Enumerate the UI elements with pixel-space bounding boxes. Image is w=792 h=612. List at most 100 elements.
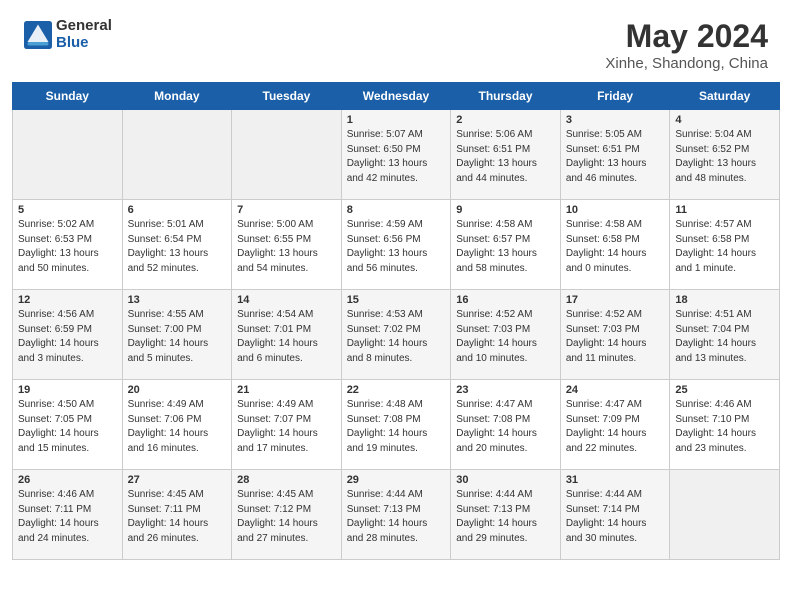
day-info: Sunrise: 4:49 AM Sunset: 7:07 PM Dayligh…	[237, 398, 336, 456]
calendar-cell: 22 Sunrise: 4:48 AM Sunset: 7:08 PM Dayli…	[341, 380, 451, 470]
day-number: 14	[237, 294, 336, 306]
day-info: Sunrise: 5:06 AM Sunset: 6:51 PM Dayligh…	[456, 128, 555, 186]
calendar-cell: 18 Sunrise: 4:51 AM Sunset: 7:04 PM Dayli…	[670, 290, 780, 380]
calendar-cell: 26Sunrise: 4:46 AM Sunset: 7:11 PM Dayli…	[13, 470, 123, 560]
day-number: 25	[675, 384, 774, 396]
calendar-cell	[670, 470, 780, 560]
day-number: 20	[128, 384, 227, 396]
month-year: May 2024	[605, 18, 768, 55]
day-info: Sunrise: 4:53 AM Sunset: 7:02 PM Dayligh…	[347, 308, 446, 366]
calendar-cell: 12Sunrise: 4:56 AM Sunset: 6:59 PM Dayli…	[13, 290, 123, 380]
calendar-cell: 1Sunrise: 5:07 AM Sunset: 6:50 PM Daylig…	[341, 110, 451, 200]
day-info: Sunrise: 4:44 AM Sunset: 7:14 PM Dayligh…	[566, 488, 665, 546]
day-number: 19	[18, 384, 117, 396]
day-number: 18	[675, 294, 774, 306]
day-number: 3	[566, 114, 665, 126]
calendar-cell: 3 Sunrise: 5:05 AM Sunset: 6:51 PM Daylig…	[560, 110, 670, 200]
logo-text: General Blue	[56, 18, 112, 51]
calendar-cell: 16Sunrise: 4:52 AM Sunset: 7:03 PM Dayli…	[451, 290, 561, 380]
calendar-cell: 17 Sunrise: 4:52 AM Sunset: 7:03 PM Dayli…	[560, 290, 670, 380]
calendar-cell: 6 Sunrise: 5:01 AM Sunset: 6:54 PM Daylig…	[122, 200, 232, 290]
calendar-cell: 27Sunrise: 4:45 AM Sunset: 7:11 PM Dayli…	[122, 470, 232, 560]
day-number: 22	[347, 384, 446, 396]
calendar-cell: 25Sunrise: 4:46 AM Sunset: 7:10 PM Dayli…	[670, 380, 780, 470]
calendar-cell: 11 Sunrise: 4:57 AM Sunset: 6:58 PM Dayli…	[670, 200, 780, 290]
day-number: 29	[347, 474, 446, 486]
week-row-3: 19 Sunrise: 4:50 AM Sunset: 7:05 PM Dayli…	[13, 380, 780, 470]
calendar-cell	[232, 110, 342, 200]
calendar-cell: 7 Sunrise: 5:00 AM Sunset: 6:55 PM Daylig…	[232, 200, 342, 290]
day-number: 6	[128, 204, 227, 216]
calendar-cell: 4 Sunrise: 5:04 AM Sunset: 6:52 PM Daylig…	[670, 110, 780, 200]
day-info: Sunrise: 4:56 AM Sunset: 6:59 PM Dayligh…	[18, 308, 117, 366]
calendar-cell: 28Sunrise: 4:45 AM Sunset: 7:12 PM Dayli…	[232, 470, 342, 560]
calendar-cell: 30 Sunrise: 4:44 AM Sunset: 7:13 PM Dayli…	[451, 470, 561, 560]
calendar-header: SundayMondayTuesdayWednesdayThursdayFrid…	[13, 83, 780, 110]
day-number: 2	[456, 114, 555, 126]
day-number: 10	[566, 204, 665, 216]
col-header-tuesday: Tuesday	[232, 83, 342, 110]
day-info: Sunrise: 4:45 AM Sunset: 7:11 PM Dayligh…	[128, 488, 227, 546]
week-row-2: 12Sunrise: 4:56 AM Sunset: 6:59 PM Dayli…	[13, 290, 780, 380]
header-row: SundayMondayTuesdayWednesdayThursdayFrid…	[13, 83, 780, 110]
day-number: 16	[456, 294, 555, 306]
calendar-cell	[122, 110, 232, 200]
day-number: 7	[237, 204, 336, 216]
day-number: 13	[128, 294, 227, 306]
day-number: 24	[566, 384, 665, 396]
col-header-saturday: Saturday	[670, 83, 780, 110]
day-info: Sunrise: 5:05 AM Sunset: 6:51 PM Dayligh…	[566, 128, 665, 186]
day-number: 23	[456, 384, 555, 396]
calendar-cell: 21Sunrise: 4:49 AM Sunset: 7:07 PM Dayli…	[232, 380, 342, 470]
day-info: Sunrise: 4:44 AM Sunset: 7:13 PM Dayligh…	[347, 488, 446, 546]
calendar-cell: 23 Sunrise: 4:47 AM Sunset: 7:08 PM Dayli…	[451, 380, 561, 470]
day-number: 8	[347, 204, 446, 216]
day-info: Sunrise: 4:50 AM Sunset: 7:05 PM Dayligh…	[18, 398, 117, 456]
col-header-thursday: Thursday	[451, 83, 561, 110]
calendar-cell: 31 Sunrise: 4:44 AM Sunset: 7:14 PM Dayli…	[560, 470, 670, 560]
calendar-cell: 8 Sunrise: 4:59 AM Sunset: 6:56 PM Daylig…	[341, 200, 451, 290]
logo-blue: Blue	[56, 35, 112, 52]
day-info: Sunrise: 5:04 AM Sunset: 6:52 PM Dayligh…	[675, 128, 774, 186]
day-info: Sunrise: 4:59 AM Sunset: 6:56 PM Dayligh…	[347, 218, 446, 276]
calendar-wrap: SundayMondayTuesdayWednesdayThursdayFrid…	[0, 82, 792, 572]
week-row-1: 5Sunrise: 5:02 AM Sunset: 6:53 PM Daylig…	[13, 200, 780, 290]
calendar-table: SundayMondayTuesdayWednesdayThursdayFrid…	[12, 82, 780, 560]
day-info: Sunrise: 4:49 AM Sunset: 7:06 PM Dayligh…	[128, 398, 227, 456]
day-number: 11	[675, 204, 774, 216]
day-info: Sunrise: 4:48 AM Sunset: 7:08 PM Dayligh…	[347, 398, 446, 456]
day-info: Sunrise: 5:01 AM Sunset: 6:54 PM Dayligh…	[128, 218, 227, 276]
day-info: Sunrise: 5:00 AM Sunset: 6:55 PM Dayligh…	[237, 218, 336, 276]
generalblue-logo-icon	[24, 21, 52, 49]
day-number: 26	[18, 474, 117, 486]
day-info: Sunrise: 4:47 AM Sunset: 7:08 PM Dayligh…	[456, 398, 555, 456]
day-info: Sunrise: 4:44 AM Sunset: 7:13 PM Dayligh…	[456, 488, 555, 546]
location: Xinhe, Shandong, China	[605, 55, 768, 72]
calendar-cell: 10 Sunrise: 4:58 AM Sunset: 6:58 PM Dayli…	[560, 200, 670, 290]
day-info: Sunrise: 5:02 AM Sunset: 6:53 PM Dayligh…	[18, 218, 117, 276]
week-row-4: 26Sunrise: 4:46 AM Sunset: 7:11 PM Dayli…	[13, 470, 780, 560]
day-number: 31	[566, 474, 665, 486]
title-block: May 2024 Xinhe, Shandong, China	[605, 18, 768, 72]
calendar-cell	[13, 110, 123, 200]
col-header-monday: Monday	[122, 83, 232, 110]
day-info: Sunrise: 4:45 AM Sunset: 7:12 PM Dayligh…	[237, 488, 336, 546]
day-number: 30	[456, 474, 555, 486]
day-info: Sunrise: 4:57 AM Sunset: 6:58 PM Dayligh…	[675, 218, 774, 276]
col-header-wednesday: Wednesday	[341, 83, 451, 110]
calendar-body: 1Sunrise: 5:07 AM Sunset: 6:50 PM Daylig…	[13, 110, 780, 560]
day-number: 9	[456, 204, 555, 216]
logo: General Blue	[24, 18, 112, 51]
day-info: Sunrise: 4:58 AM Sunset: 6:58 PM Dayligh…	[566, 218, 665, 276]
day-info: Sunrise: 4:52 AM Sunset: 7:03 PM Dayligh…	[566, 308, 665, 366]
calendar-cell: 24Sunrise: 4:47 AM Sunset: 7:09 PM Dayli…	[560, 380, 670, 470]
day-info: Sunrise: 4:51 AM Sunset: 7:04 PM Dayligh…	[675, 308, 774, 366]
day-number: 4	[675, 114, 774, 126]
calendar-cell: 2 Sunrise: 5:06 AM Sunset: 6:51 PM Daylig…	[451, 110, 561, 200]
calendar-cell: 5Sunrise: 5:02 AM Sunset: 6:53 PM Daylig…	[13, 200, 123, 290]
calendar-cell: 29 Sunrise: 4:44 AM Sunset: 7:13 PM Dayli…	[341, 470, 451, 560]
calendar-cell: 9Sunrise: 4:58 AM Sunset: 6:57 PM Daylig…	[451, 200, 561, 290]
day-number: 15	[347, 294, 446, 306]
day-info: Sunrise: 5:07 AM Sunset: 6:50 PM Dayligh…	[347, 128, 446, 186]
day-number: 17	[566, 294, 665, 306]
